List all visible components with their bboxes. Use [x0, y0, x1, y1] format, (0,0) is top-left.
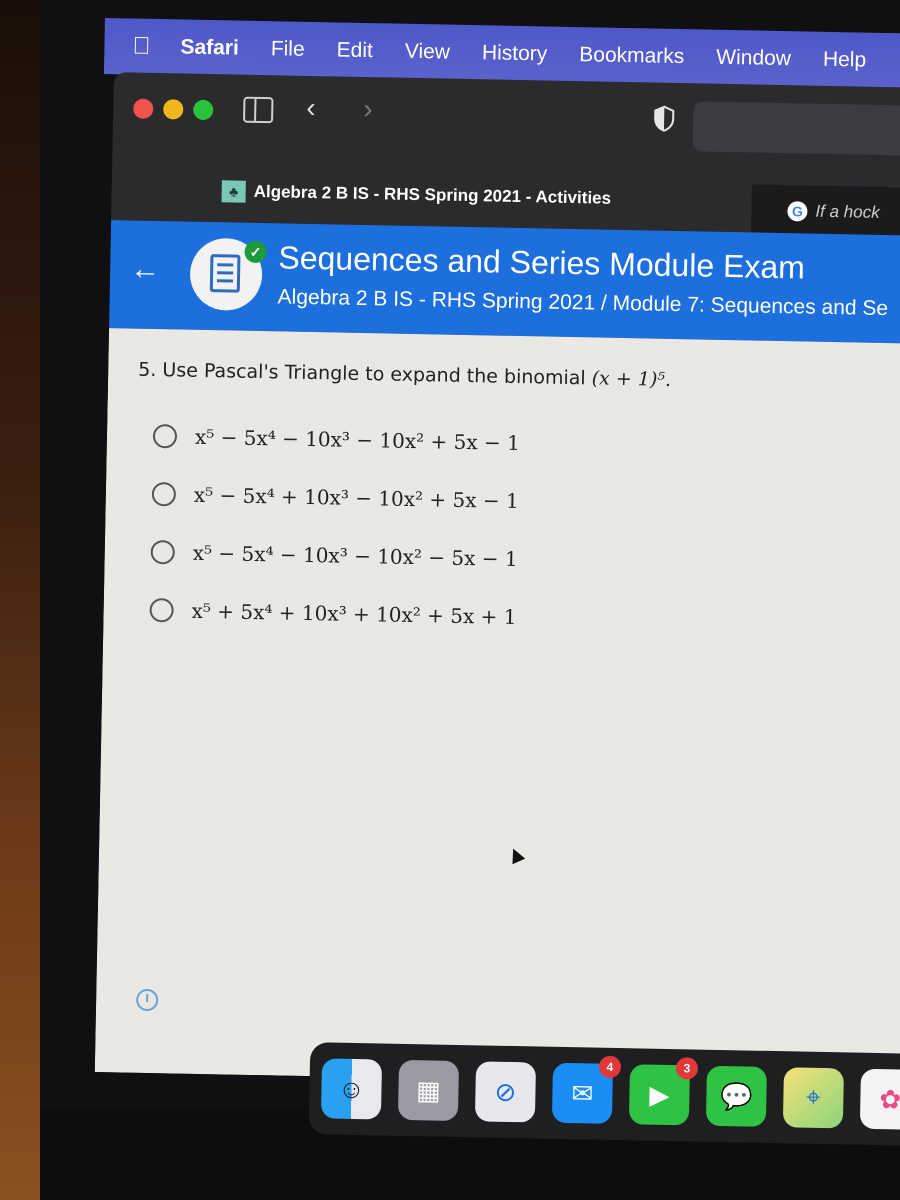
tab-title: Algebra 2 B IS - RHS Spring 2021 - Activ… [253, 181, 612, 208]
exam-checklist-icon: ✓ [189, 237, 267, 312]
option-text: x⁵ + 5x⁴ + 10x³ + 10x² + 5x + 1 [191, 598, 517, 630]
back-button[interactable]: ‹ [306, 92, 316, 124]
radio-button[interactable] [151, 481, 177, 507]
maps-pin-icon: ⌖ [805, 1081, 822, 1112]
answer-option-3[interactable]: x⁵ − 5x⁴ − 10x³ − 10x² − 5x − 1 [150, 523, 518, 588]
apple-logo-icon[interactable]:  [132, 33, 151, 61]
answer-option-2[interactable]: x⁵ − 5x⁴ + 10x³ − 10x² + 5x − 1 [151, 465, 519, 530]
menu-help[interactable]: Help [823, 48, 867, 73]
menu-file[interactable]: File [271, 37, 305, 62]
facetime-camera-icon: ▶ [649, 1079, 670, 1110]
browser-toolbar: ‹ › [113, 72, 900, 158]
tab-activities[interactable]: ♣ Algebra 2 B IS - RHS Spring 2021 - Act… [221, 180, 611, 209]
sidebar-toggle-icon[interactable] [243, 96, 274, 124]
menu-history[interactable]: History [482, 41, 548, 66]
dock-finder[interactable]: ☺ [320, 1058, 383, 1120]
back-arrow-icon[interactable]: ← [130, 253, 161, 288]
menu-safari[interactable]: Safari [180, 35, 239, 60]
dock-messages[interactable]: 💬 [705, 1065, 767, 1127]
notification-badge: 3 [675, 1057, 699, 1080]
question-prompt: 5. Use Pascal's Triangle to expand the b… [138, 358, 672, 391]
menu-view[interactable]: View [405, 40, 451, 65]
answer-option-4[interactable]: x⁵ + 5x⁴ + 10x³ + 10x² + 5x + 1 [149, 581, 517, 646]
radio-button[interactable] [149, 597, 174, 623]
minimize-window-button[interactable] [163, 99, 184, 120]
fullscreen-window-button[interactable] [193, 99, 214, 121]
answer-options: x⁵ − 5x⁴ − 10x³ − 10x² + 5x − 1 x⁵ − 5x⁴… [149, 407, 520, 646]
clock-icon[interactable] [135, 988, 159, 1012]
notification-badge: 4 [598, 1055, 622, 1079]
completed-check-icon: ✓ [244, 240, 267, 264]
question-content: 5. Use Pascal's Triangle to expand the b… [94, 328, 900, 1088]
option-text: x⁵ − 5x⁴ − 10x³ − 10x² − 5x − 1 [192, 540, 518, 572]
breadcrumb: Algebra 2 B IS - RHS Spring 2021 / Modul… [277, 285, 889, 321]
forward-button[interactable]: › [363, 93, 373, 125]
dock-photos[interactable]: ✿ [859, 1068, 900, 1130]
privacy-shield-icon[interactable] [653, 105, 676, 133]
page-title: Sequences and Series Module Exam [278, 239, 806, 286]
radio-button[interactable] [152, 424, 178, 449]
screen:  Safari File Edit View History Bookmark… [84, 18, 900, 1148]
bee-icon: ♣ [221, 180, 246, 203]
close-window-button[interactable] [133, 98, 154, 119]
activity-header: ← ✓ Sequences and Series Module Exam Alg… [109, 220, 900, 344]
photos-flower-icon: ✿ [879, 1083, 900, 1114]
dock-safari[interactable]: ⊘ [474, 1061, 537, 1123]
safari-compass-icon: ⊘ [494, 1076, 517, 1107]
menu-window[interactable]: Window [716, 46, 791, 71]
address-bar[interactable] [692, 101, 900, 156]
safari-window: ‹ › ♣ Algebra 2 B IS - RHS Spring 2021 -… [94, 72, 900, 1088]
google-icon: G [787, 201, 808, 222]
messages-bubble-icon: 💬 [719, 1080, 753, 1112]
desk-background [0, 0, 40, 1200]
dock-mail[interactable]: ✉ 4 [551, 1055, 622, 1124]
dock-maps[interactable]: ⌖ [782, 1067, 844, 1129]
radio-button[interactable] [150, 539, 175, 565]
dock: ☺ ▦ ⊘ ✉ 4 ▶ 3 💬 ⌖ ✿ FEB 12 [308, 1042, 900, 1148]
mouse-cursor-icon [506, 845, 526, 865]
mail-icon: ✉ [571, 1077, 594, 1109]
menu-bookmarks[interactable]: Bookmarks [579, 43, 684, 69]
dock-facetime[interactable]: ▶ 3 [628, 1057, 699, 1126]
answer-option-1[interactable]: x⁵ − 5x⁴ − 10x³ − 10x² + 5x − 1 [152, 407, 520, 472]
finder-icon: ☺ [337, 1073, 366, 1104]
dock-launchpad[interactable]: ▦ [397, 1059, 460, 1121]
tab-title: If a hock [815, 201, 880, 222]
menu-edit[interactable]: Edit [336, 38, 373, 63]
option-text: x⁵ − 5x⁴ + 10x³ − 10x² + 5x − 1 [193, 482, 519, 514]
option-text: x⁵ − 5x⁴ − 10x³ − 10x² + 5x − 1 [194, 424, 521, 456]
binomial-expression: (x + 1)⁵. [591, 367, 672, 391]
launchpad-icon: ▦ [415, 1074, 442, 1106]
